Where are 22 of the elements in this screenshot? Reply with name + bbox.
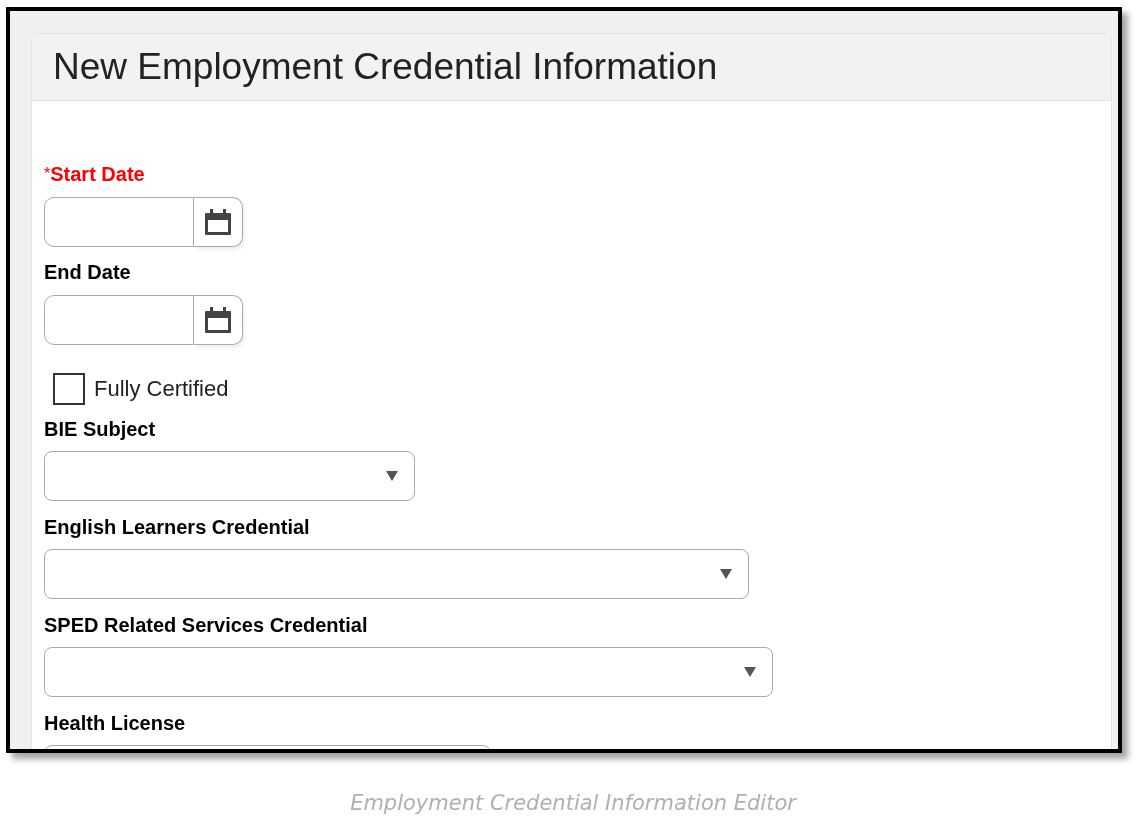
calendar-button[interactable] [194, 197, 243, 247]
dropdown-field[interactable] [44, 647, 773, 697]
dropdown-arrow-icon [720, 569, 732, 579]
calendar-button[interactable] [194, 295, 243, 345]
date-field[interactable] [44, 197, 194, 247]
dropdown-arrow-icon [386, 471, 398, 481]
field-label: *Start Date [44, 162, 146, 186]
dropdown-field[interactable] [44, 549, 749, 599]
field-label: Health License [44, 711, 187, 735]
calendar-icon [203, 207, 233, 237]
date-field[interactable] [44, 295, 194, 345]
caption: Employment Credential Information Editor [349, 790, 798, 817]
dropdown-arrow-icon [744, 667, 756, 677]
field-label: SPED Related Services Credential [44, 613, 369, 637]
checkbox[interactable] [53, 372, 85, 405]
dropdown-field[interactable] [44, 451, 415, 501]
calendar-icon [203, 305, 233, 335]
field-label: End Date [44, 260, 132, 284]
checkbox-label: Fully Certified [94, 375, 229, 403]
field-label: BIE Subject [44, 417, 157, 441]
panel-title: New Employment Credential Information [53, 45, 718, 90]
field-label: English Learners Credential [44, 515, 311, 539]
